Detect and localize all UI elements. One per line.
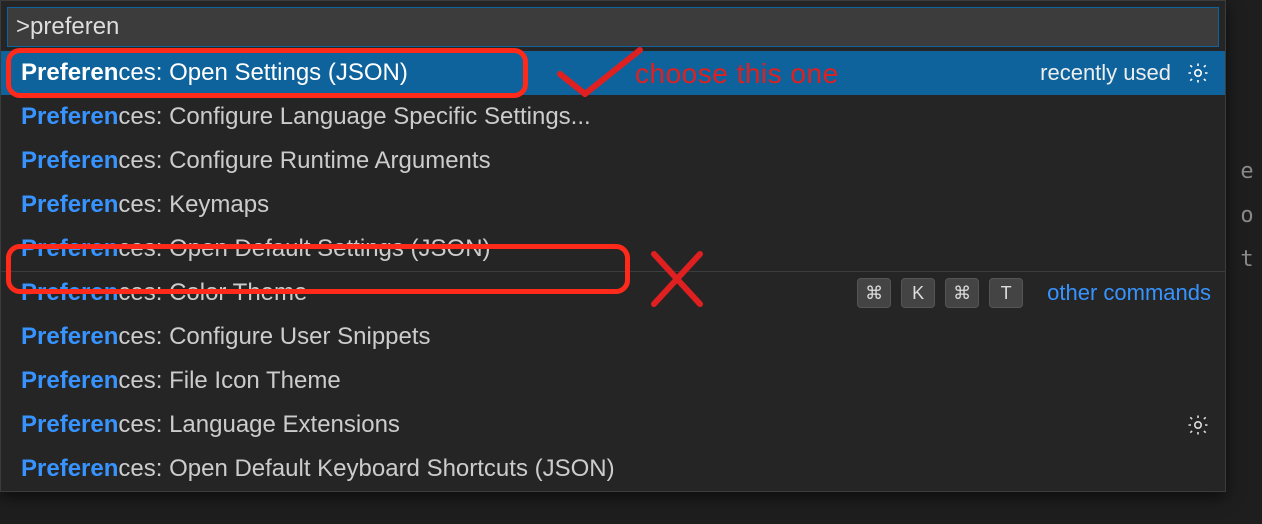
key: ⌘: [945, 278, 979, 308]
command-palette-list: Preferences: Open Settings (JSON)recentl…: [1, 51, 1225, 491]
command-item-match-highlight: Preferen: [21, 147, 118, 174]
command-item-rest: ces: Open Default Settings (JSON): [118, 235, 490, 262]
command-palette-item[interactable]: Preferences: Configure Language Specific…: [1, 95, 1225, 139]
command-palette-item[interactable]: Preferences: Color Theme ⌘ K ⌘ Tother comman…: [1, 271, 1225, 315]
command-item-match-highlight: Preferen: [21, 103, 118, 130]
command-palette-item[interactable]: Preferences: Open Default Keyboard Short…: [1, 447, 1225, 491]
editor-gutter-peek: e o t: [1232, 150, 1262, 282]
command-item-match-highlight: Preferen: [21, 455, 118, 482]
command-item-match-highlight: Preferen: [21, 367, 118, 394]
command-palette-item[interactable]: Preferences: Keymaps: [1, 183, 1225, 227]
command-item-label: Preferences: Language Extensions: [21, 411, 400, 439]
command-item-label: Preferences: Open Default Settings (JSON…: [21, 235, 491, 263]
command-palette-item[interactable]: Preferences: Configure Runtime Arguments: [1, 139, 1225, 183]
key: K: [901, 278, 935, 308]
command-item-right: [1185, 412, 1211, 438]
command-item-rest: ces: Open Settings (JSON): [118, 59, 407, 86]
key: ⌘: [857, 278, 891, 308]
command-palette: Preferences: Open Settings (JSON)recentl…: [0, 0, 1226, 492]
command-palette-input[interactable]: [7, 7, 1219, 47]
gutter-char: o: [1232, 194, 1262, 238]
key: T: [989, 278, 1023, 308]
command-item-match-highlight: Preferen: [21, 323, 118, 350]
command-item-label: Preferences: Color Theme: [21, 279, 307, 307]
command-palette-item[interactable]: Preferences: Configure User Snippets: [1, 315, 1225, 359]
keyboard-shortcut: ⌘ K ⌘ T: [857, 278, 1023, 308]
command-palette-input-wrap: [1, 1, 1225, 51]
command-item-label: Preferences: Configure Language Specific…: [21, 103, 591, 131]
command-item-match-highlight: Preferen: [21, 411, 118, 438]
command-item-rest: ces: Open Default Keyboard Shortcuts (JS…: [118, 455, 614, 482]
command-item-rest: ces: Configure Language Specific Setting…: [118, 103, 590, 130]
command-item-match-highlight: Preferen: [21, 191, 118, 218]
command-item-label: Preferences: Open Settings (JSON): [21, 59, 408, 87]
command-item-label: Preferences: Open Default Keyboard Short…: [21, 455, 615, 483]
command-item-rest: ces: Configure Runtime Arguments: [118, 147, 490, 174]
gutter-char: e: [1232, 150, 1262, 194]
command-item-right: ⌘ K ⌘ Tother commands: [857, 278, 1211, 308]
command-item-match-highlight: Preferen: [21, 235, 118, 262]
command-item-match-highlight: Preferen: [21, 279, 118, 306]
other-commands-label: other commands: [1047, 280, 1211, 306]
command-item-right: recently used: [1040, 60, 1211, 86]
command-palette-item[interactable]: Preferences: Open Default Settings (JSON…: [1, 227, 1225, 271]
command-palette-item[interactable]: Preferences: Language Extensions: [1, 403, 1225, 447]
command-item-label: Preferences: Configure Runtime Arguments: [21, 147, 491, 175]
command-item-label: Preferences: Keymaps: [21, 191, 269, 219]
recently-used-label: recently used: [1040, 60, 1171, 86]
command-item-label: Preferences: Configure User Snippets: [21, 323, 431, 351]
command-palette-item[interactable]: Preferences: File Icon Theme: [1, 359, 1225, 403]
command-item-rest: ces: Keymaps: [118, 191, 269, 218]
gutter-char: t: [1232, 238, 1262, 282]
command-item-rest: ces: Language Extensions: [118, 411, 400, 438]
command-item-rest: ces: Configure User Snippets: [118, 323, 430, 350]
command-palette-item[interactable]: Preferences: Open Settings (JSON) recentl…: [1, 51, 1225, 95]
gear-icon[interactable]: [1185, 412, 1211, 438]
command-item-label: Preferences: File Icon Theme: [21, 367, 341, 395]
command-item-match-highlight: Preferen: [21, 59, 118, 86]
command-item-rest: ces: File Icon Theme: [118, 367, 340, 394]
command-item-rest: ces: Color Theme: [118, 279, 307, 306]
gear-icon[interactable]: [1185, 60, 1211, 86]
